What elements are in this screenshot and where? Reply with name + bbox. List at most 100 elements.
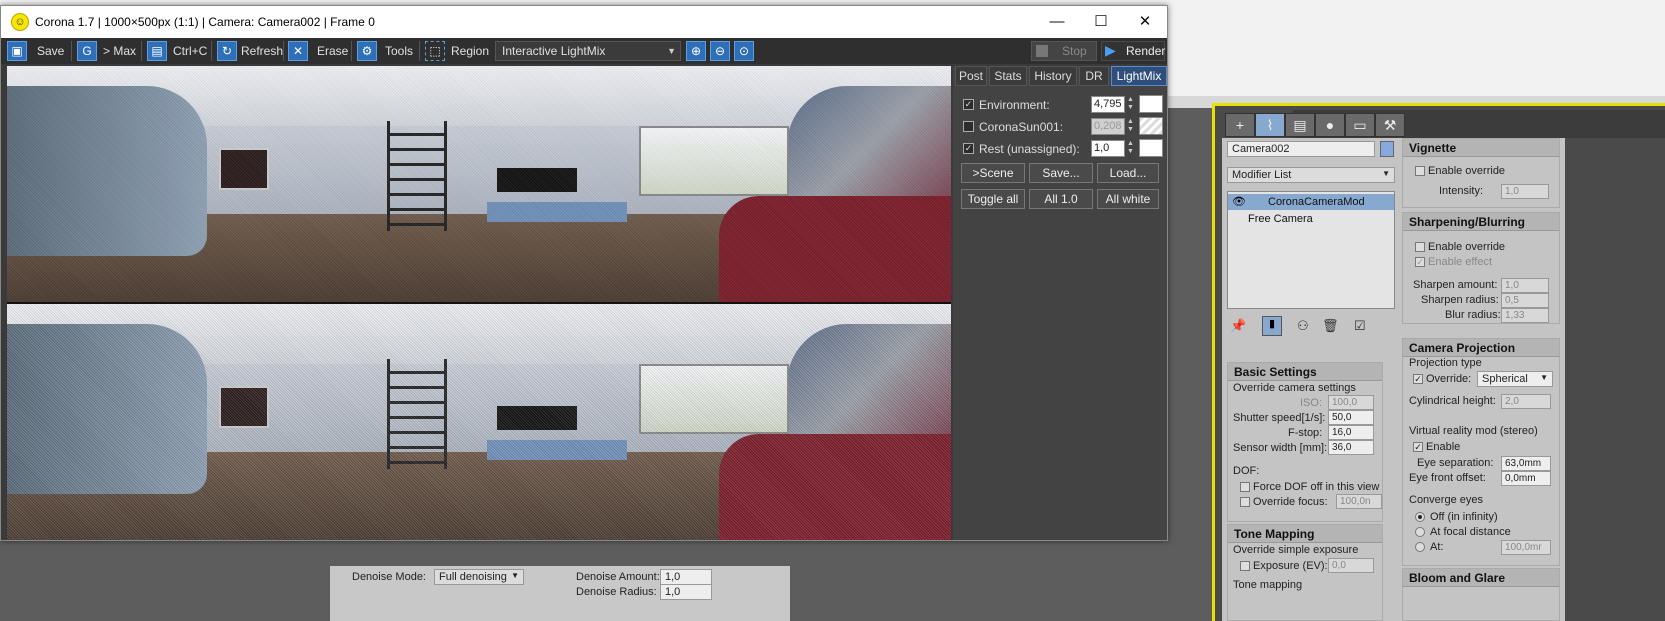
- to-scene-button[interactable]: >Scene: [961, 163, 1025, 183]
- copy-button[interactable]: Ctrl+C: [173, 41, 207, 61]
- projection-type-select[interactable]: Spherical ▼: [1477, 371, 1553, 387]
- region-icon[interactable]: ⬚: [425, 41, 445, 61]
- tab-post[interactable]: Post: [955, 66, 987, 86]
- modifier-list-select[interactable]: Modifier List ▼: [1227, 167, 1395, 183]
- stack-item-free-camera[interactable]: Free Camera: [1228, 211, 1394, 227]
- all-white-button[interactable]: All white: [1097, 189, 1159, 209]
- converge-at-radio[interactable]: [1415, 542, 1425, 552]
- object-color-swatch[interactable]: [1380, 141, 1394, 157]
- sun-checkbox[interactable]: [963, 121, 974, 132]
- converge-off-radio[interactable]: [1415, 512, 1425, 522]
- denoise-mode-select[interactable]: Full denoising ▼: [434, 569, 524, 585]
- focus-spinner[interactable]: 100,0n: [1336, 494, 1382, 509]
- tab-lightmix[interactable]: LightMix: [1111, 66, 1167, 86]
- sharpen-enable-checkbox[interactable]: [1415, 242, 1425, 252]
- environment-spinner-arrows[interactable]: ▲ ▼: [1127, 96, 1135, 113]
- sharpening-header[interactable]: Sharpening/Blurring: [1403, 213, 1559, 231]
- environment-intensity[interactable]: 4,795: [1091, 96, 1125, 113]
- erase-button[interactable]: Erase: [317, 41, 348, 61]
- tab-dr[interactable]: DR: [1079, 66, 1109, 86]
- vignette-header[interactable]: Vignette: [1403, 139, 1559, 157]
- eye-icon[interactable]: 👁: [1232, 195, 1246, 208]
- rest-color-swatch[interactable]: [1139, 139, 1163, 157]
- sun-spinner-arrows[interactable]: ▲ ▼: [1127, 118, 1135, 135]
- zoom-out-icon[interactable]: ⊖: [710, 41, 730, 61]
- max-icon[interactable]: G: [77, 41, 97, 61]
- sharpen-effect-checkbox[interactable]: ✓: [1415, 257, 1425, 267]
- toggle-all-button[interactable]: Toggle all: [961, 189, 1025, 209]
- save-button[interactable]: Save: [37, 41, 64, 61]
- zoom-fit-icon[interactable]: ⊙: [734, 41, 754, 61]
- fstop-spinner[interactable]: 16,0: [1328, 425, 1374, 440]
- region-button[interactable]: Region: [451, 41, 489, 61]
- rest-checkbox[interactable]: ✓: [963, 143, 974, 154]
- copy-icon[interactable]: ▤: [147, 41, 167, 61]
- show-end-result-icon[interactable]: ▮: [1262, 316, 1282, 336]
- close-icon[interactable]: ✕: [1123, 6, 1167, 38]
- tone-mapping-header[interactable]: Tone Mapping: [1228, 525, 1382, 543]
- render-image-area[interactable]: [7, 66, 951, 540]
- lightmix-load-button[interactable]: Load...: [1097, 163, 1159, 183]
- lightmix-save-button[interactable]: Save...: [1029, 163, 1093, 183]
- configure-sets-icon[interactable]: ☑: [1354, 318, 1366, 334]
- refresh-button[interactable]: Refresh: [241, 41, 283, 61]
- to-max-button[interactable]: > Max: [103, 41, 136, 61]
- converge-at-spinner[interactable]: 100,0mr: [1501, 540, 1551, 555]
- sharpen-amount-spinner[interactable]: 1,0: [1501, 278, 1549, 293]
- sun-color-swatch[interactable]: [1139, 117, 1163, 135]
- gear-icon[interactable]: ⚙: [357, 41, 377, 61]
- tools-button[interactable]: Tools: [385, 41, 413, 61]
- eye-separation-spinner[interactable]: 63,0mm: [1501, 456, 1551, 471]
- modify-tab-icon[interactable]: ⌇: [1255, 113, 1285, 137]
- sharpen-radius-spinner[interactable]: 0,5: [1501, 293, 1549, 308]
- make-unique-icon[interactable]: ⚇: [1297, 318, 1309, 334]
- environment-color-swatch[interactable]: [1139, 95, 1163, 113]
- rest-spinner-arrows[interactable]: ▲ ▼: [1127, 140, 1135, 157]
- erase-icon[interactable]: ✕: [288, 41, 308, 61]
- converge-focal-radio[interactable]: [1415, 527, 1425, 537]
- remove-modifier-icon[interactable]: 🗑: [1322, 318, 1339, 334]
- basic-settings-header[interactable]: Basic Settings: [1228, 363, 1382, 381]
- denoise-radius-spinner[interactable]: 1,0: [660, 584, 712, 600]
- force-dof-checkbox[interactable]: [1240, 482, 1250, 492]
- all-one-button[interactable]: All 1.0: [1029, 189, 1093, 209]
- sensor-spinner[interactable]: 36,0: [1328, 440, 1374, 455]
- eye-front-offset-spinner[interactable]: 0,0mm: [1501, 471, 1551, 486]
- zoom-in-icon[interactable]: ⊕: [686, 41, 706, 61]
- stop-button[interactable]: Stop: [1031, 41, 1097, 61]
- shutter-spinner[interactable]: 50,0: [1328, 410, 1374, 425]
- bloom-glare-header[interactable]: Bloom and Glare: [1403, 569, 1559, 587]
- tab-history[interactable]: History: [1029, 66, 1077, 86]
- render-button[interactable]: ▶ Render: [1101, 41, 1165, 61]
- camera-projection-header[interactable]: Camera Projection: [1403, 339, 1559, 357]
- vignette-intensity-spinner[interactable]: 1,0: [1501, 184, 1549, 199]
- vr-enable-checkbox[interactable]: ✓: [1413, 442, 1423, 452]
- stack-item-corona-camera-mod[interactable]: 👁 CoronaCameraMod: [1228, 194, 1394, 210]
- hierarchy-tab-icon[interactable]: ▤: [1285, 113, 1315, 137]
- tab-stats[interactable]: Stats: [989, 66, 1027, 86]
- sun-intensity[interactable]: 0,208: [1091, 118, 1125, 135]
- vignette-enable-checkbox[interactable]: [1415, 166, 1425, 176]
- rest-intensity[interactable]: 1,0: [1091, 140, 1125, 157]
- projection-override-checkbox[interactable]: ✓: [1413, 374, 1423, 384]
- blur-radius-spinner[interactable]: 1,33: [1501, 308, 1549, 323]
- create-tab-icon[interactable]: +: [1225, 113, 1255, 137]
- lightmix-mode-select[interactable]: Interactive LightMix ▼: [495, 41, 681, 61]
- environment-checkbox[interactable]: ✓: [963, 99, 974, 110]
- iso-spinner[interactable]: 100,0: [1328, 395, 1374, 410]
- cylindrical-height-spinner[interactable]: 2,0: [1501, 394, 1551, 409]
- exposure-checkbox[interactable]: [1240, 561, 1250, 571]
- pin-stack-icon[interactable]: 📌: [1230, 318, 1246, 334]
- refresh-icon[interactable]: ↻: [217, 41, 237, 61]
- motion-tab-icon[interactable]: ●: [1315, 113, 1345, 137]
- exposure-spinner[interactable]: 0,0: [1328, 558, 1374, 573]
- display-tab-icon[interactable]: ▭: [1345, 113, 1375, 137]
- denoise-amount-spinner[interactable]: 1,0: [660, 569, 712, 585]
- utilities-tab-icon[interactable]: ⚒: [1375, 113, 1405, 137]
- title-bar[interactable]: ☺ Corona 1.7 | 1000×500px (1:1) | Camera…: [1, 6, 1167, 38]
- object-name-field[interactable]: Camera002: [1227, 141, 1375, 157]
- minimize-icon[interactable]: —: [1035, 6, 1079, 38]
- override-focus-checkbox[interactable]: [1240, 497, 1250, 507]
- maximize-icon[interactable]: ☐: [1079, 6, 1123, 38]
- save-icon[interactable]: ▣: [7, 41, 27, 61]
